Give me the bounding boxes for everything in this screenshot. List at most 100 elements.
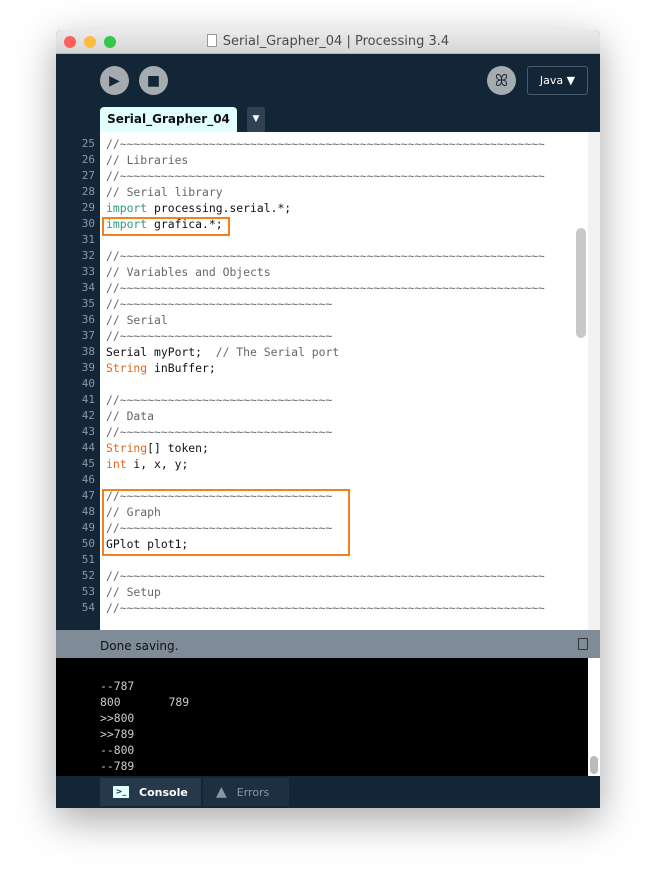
editor-scrollbar-thumb[interactable] xyxy=(576,228,586,338)
code-text: processing.serial.*; xyxy=(147,201,292,215)
code-line: // Setup xyxy=(106,584,161,600)
window-title: Serial_Grapher_04 | Processing 3.4 xyxy=(222,34,450,49)
code-keyword: String xyxy=(106,361,148,375)
tab-menu-button[interactable]: ▼ xyxy=(247,107,265,132)
line-number: 46 xyxy=(81,473,95,486)
line-number: 53 xyxy=(81,585,95,598)
code-line: //~~~~~~~~~~~~~~~~~~~~~~~~~~~~~~~ xyxy=(106,296,332,312)
mode-selector[interactable]: Java ▼ xyxy=(527,66,588,95)
code-text: // Serial library xyxy=(106,185,223,199)
code-text: [] token; xyxy=(147,441,209,455)
code-text: grafica.*; xyxy=(147,217,223,231)
code-text: //~~~~~~~~~~~~~~~~~~~~~~~~~~~~~~~ xyxy=(106,521,333,535)
tab-console[interactable]: >_ Console xyxy=(100,778,201,806)
copy-icon[interactable] xyxy=(578,638,588,650)
code-text: // Serial xyxy=(106,313,168,327)
line-number: 25 xyxy=(81,137,95,150)
code-text: //~~~~~~~~~~~~~~~~~~~~~~~~~~~~~~~~~~~~~~… xyxy=(106,281,545,295)
line-number: 29 xyxy=(81,201,95,214)
code-line: import processing.serial.*; xyxy=(106,200,291,216)
line-number: 26 xyxy=(81,153,95,166)
code-text: GPlot plot1; xyxy=(106,537,189,551)
code-line: //~~~~~~~~~~~~~~~~~~~~~~~~~~~~~~~~~~~~~~… xyxy=(106,168,545,184)
editor: 25 26 27 28 29 30 31 32 33 34 35 36 37 38 39 40 41 42 43 44… xyxy=(56,132,600,630)
debug-button[interactable]: ꕤ xyxy=(487,66,516,95)
code-line: // Serial library xyxy=(106,184,223,200)
processing-window: Serial_Grapher_04 | Processing 3.4 ▶ ■ ꕤ… xyxy=(56,30,600,808)
close-button[interactable] xyxy=(64,36,76,48)
line-number: 30 xyxy=(81,217,95,230)
code-line: // Libraries xyxy=(106,152,188,168)
code-comment: // The Serial port xyxy=(215,345,340,359)
line-number: 43 xyxy=(81,425,95,438)
code-line: //~~~~~~~~~~~~~~~~~~~~~~~~~~~~~~~ xyxy=(106,328,332,344)
line-number: 31 xyxy=(81,233,95,246)
code-text: //~~~~~~~~~~~~~~~~~~~~~~~~~~~~~~~~~~~~~~… xyxy=(106,569,545,583)
line-number: 48 xyxy=(81,505,95,518)
code-line: // Variables and Objects xyxy=(106,264,271,280)
code-line: //~~~~~~~~~~~~~~~~~~~~~~~~~~~~~~~ xyxy=(106,520,332,536)
zoom-button[interactable] xyxy=(104,36,116,48)
code-line: int i, x, y; xyxy=(106,456,188,472)
code-line: Serial myPort; // The Serial port xyxy=(106,344,339,360)
console-line: >>789 xyxy=(100,727,135,741)
code-text: // Setup xyxy=(106,585,161,599)
code-line: //~~~~~~~~~~~~~~~~~~~~~~~~~~~~~~~ xyxy=(106,424,332,440)
console-output[interactable]: --787 800 789 >>800 >>789 --800 --789 xyxy=(56,658,600,776)
line-number: 32 xyxy=(81,249,95,262)
line-number-gutter: 25 26 27 28 29 30 31 32 33 34 35 36 37 38 39 40 41 42 43 44… xyxy=(56,132,100,630)
line-number: 28 xyxy=(81,185,95,198)
line-number: 54 xyxy=(81,601,95,614)
console-line: --789 xyxy=(100,759,135,773)
stop-button[interactable]: ■ xyxy=(139,66,168,95)
code-line: // Data xyxy=(106,408,154,424)
console-scrollbar-thumb[interactable] xyxy=(590,756,598,774)
line-number: 52 xyxy=(81,569,95,582)
line-number: 42 xyxy=(81,409,95,422)
stop-icon: ■ xyxy=(146,72,161,89)
code-text: //~~~~~~~~~~~~~~~~~~~~~~~~~~~~~~~ xyxy=(106,425,333,439)
code-line: String[] token; xyxy=(106,440,209,456)
status-bar: Done saving. xyxy=(56,630,600,658)
code-text: inBuffer; xyxy=(147,361,216,375)
code-keyword: int xyxy=(106,457,127,471)
title-bar: Serial_Grapher_04 | Processing 3.4 xyxy=(56,30,600,54)
errors-tab-label: Errors xyxy=(236,785,270,799)
code-text: // Graph xyxy=(106,505,161,519)
code-line: GPlot plot1; xyxy=(106,536,188,552)
console-line: --800 xyxy=(100,743,135,757)
line-number: 34 xyxy=(81,281,95,294)
code-text: //~~~~~~~~~~~~~~~~~~~~~~~~~~~~~~~~~~~~~~… xyxy=(106,137,545,151)
code-text: i, x, y; xyxy=(126,457,189,471)
console-tab-label: Console xyxy=(139,785,188,799)
run-button[interactable]: ▶ xyxy=(100,66,129,95)
line-number: 35 xyxy=(81,297,95,310)
tab-errors[interactable]: ▲ Errors xyxy=(203,778,289,806)
line-number: 40 xyxy=(81,377,95,390)
code-text: //~~~~~~~~~~~~~~~~~~~~~~~~~~~~~~~ xyxy=(106,393,333,407)
console-line: >>800 xyxy=(100,711,135,725)
line-number: 27 xyxy=(81,169,95,182)
code-text: //~~~~~~~~~~~~~~~~~~~~~~~~~~~~~~~~~~~~~~… xyxy=(106,169,545,183)
code-text: //~~~~~~~~~~~~~~~~~~~~~~~~~~~~~~~ xyxy=(106,329,333,343)
line-number: 37 xyxy=(81,329,95,342)
code-text: //~~~~~~~~~~~~~~~~~~~~~~~~~~~~~~~ xyxy=(106,297,333,311)
code-area[interactable]: //~~~~~~~~~~~~~~~~~~~~~~~~~~~~~~~~~~~~~~… xyxy=(100,132,588,630)
tab-serial-grapher-04[interactable]: Serial_Grapher_04 xyxy=(100,107,237,132)
code-line: //~~~~~~~~~~~~~~~~~~~~~~~~~~~~~~~ xyxy=(106,392,332,408)
line-number: 50 xyxy=(81,537,95,550)
code-text: //~~~~~~~~~~~~~~~~~~~~~~~~~~~~~~~~~~~~~~… xyxy=(106,249,545,263)
warning-icon: ▲ xyxy=(216,784,227,800)
editor-scrollbar-track[interactable] xyxy=(588,132,600,630)
code-text: //~~~~~~~~~~~~~~~~~~~~~~~~~~~~~~~~~~~~~~… xyxy=(106,601,545,615)
line-number: 49 xyxy=(81,521,95,534)
code-text: Serial myPort; xyxy=(106,345,216,359)
butterfly-icon: ꕤ xyxy=(494,70,509,90)
code-text: // Libraries xyxy=(106,153,189,167)
console-scrollbar[interactable] xyxy=(588,658,600,776)
console-line: --787 xyxy=(100,679,135,693)
code-line: //~~~~~~~~~~~~~~~~~~~~~~~~~~~~~~~~~~~~~~… xyxy=(106,248,545,264)
document-icon xyxy=(206,34,217,47)
line-number: 44 xyxy=(81,441,95,454)
minimize-button[interactable] xyxy=(84,36,96,48)
